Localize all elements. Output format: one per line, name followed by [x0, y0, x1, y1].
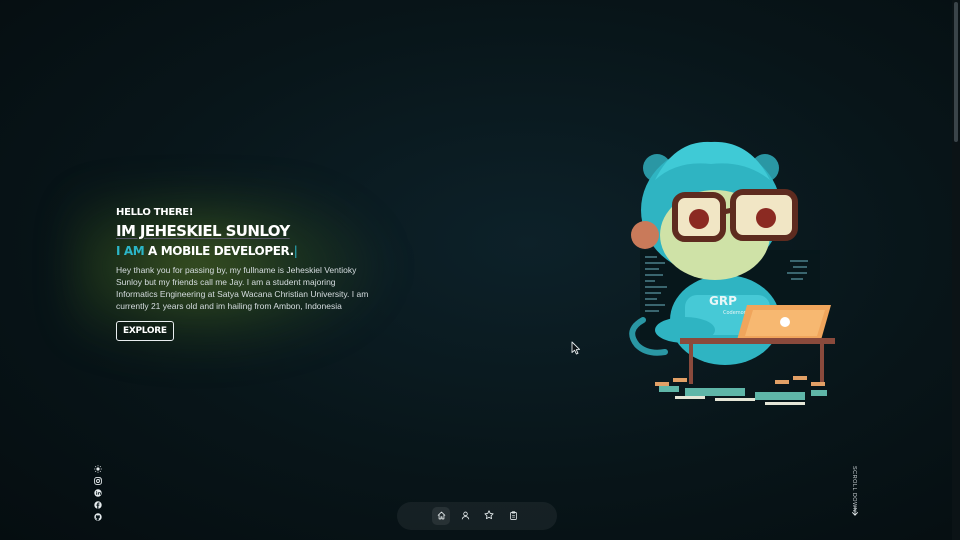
explore-button[interactable]: EXPLORE [116, 321, 174, 341]
linkedin-icon[interactable] [94, 484, 102, 497]
hero-description: Hey thank you for passing by, my fullnam… [116, 265, 369, 311]
theme-sun-icon[interactable] [94, 460, 102, 473]
clipboard-icon [509, 507, 518, 525]
mouse-cursor [571, 341, 581, 360]
hero-name: IM JEHESKIEL SUNLOY [116, 222, 290, 240]
dock-skills[interactable] [480, 507, 498, 525]
star-icon [484, 507, 494, 525]
scroll-down-hint[interactable]: SCROLL DOWN [848, 460, 862, 520]
bottom-dock [397, 502, 557, 530]
user-icon [461, 507, 470, 525]
scrollbar-thumb[interactable] [954, 2, 958, 142]
facebook-icon[interactable] [94, 496, 102, 509]
social-links [92, 460, 104, 521]
dock-home[interactable] [432, 507, 450, 525]
dock-about[interactable] [456, 507, 474, 525]
home-icon [437, 507, 446, 525]
github-icon[interactable] [94, 508, 102, 521]
hero-role: I AM A MOBILE DEVELOPER.| [116, 244, 386, 258]
shirt-subtext: Codemon [723, 310, 747, 316]
hero-role-text: A MOBILE DEVELOPER. [144, 244, 294, 258]
shirt-text: GRP [709, 294, 737, 308]
hero-section: HELLO THERE! IM JEHESKIEL SUNLOY I AM A … [116, 207, 386, 341]
instagram-icon[interactable] [94, 472, 102, 485]
developer-mascot-illustration: GRP Codemon [629, 141, 835, 405]
page-scrollbar[interactable] [952, 0, 960, 540]
hero-role-prefix: I AM [116, 244, 145, 258]
dock-projects[interactable] [504, 507, 522, 525]
hero-greeting: HELLO THERE! [116, 207, 194, 218]
typing-cursor: | [293, 244, 298, 258]
arrow-down-icon [851, 506, 859, 516]
